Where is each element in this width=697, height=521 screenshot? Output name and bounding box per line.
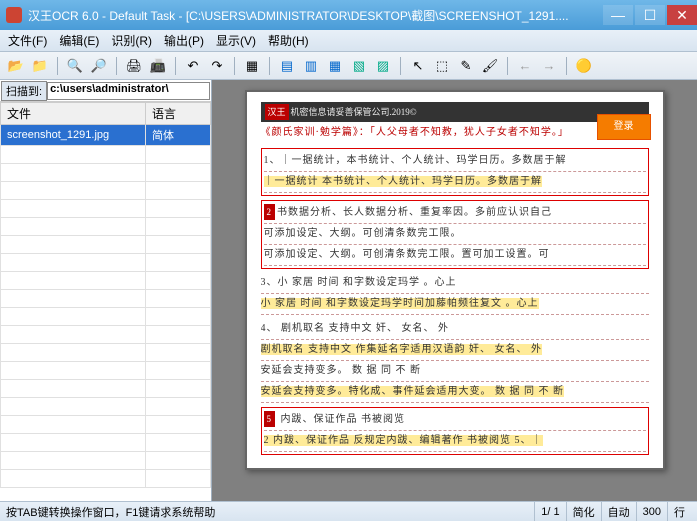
col-lang[interactable]: 语言 <box>146 103 211 125</box>
table-row[interactable] <box>1 146 211 164</box>
table-row[interactable] <box>1 254 211 272</box>
view2-icon[interactable]: ▥ <box>301 56 321 76</box>
color-icon[interactable]: 🟡 <box>574 56 594 76</box>
toolbar: 📂 📁 🔍 🔎 🖨 📠 ↶ ↷ ▦ ▤ ▥ ▦ ▧ ▨ ↖ ⬚ ✎ 🖌 ← → … <box>0 52 697 80</box>
status-line: 行 <box>667 502 691 521</box>
scan-row: 扫描到: c:\users\administrator\ <box>0 80 211 102</box>
table-row[interactable] <box>1 200 211 218</box>
table-row[interactable]: screenshot_1291.jpg简体 <box>1 125 211 146</box>
menu-recognize[interactable]: 识别(R) <box>111 32 152 49</box>
status-zoom: 300 <box>636 502 667 521</box>
menu-bar: 文件(F) 编辑(E) 识别(R) 输出(P) 显示(V) 帮助(H) <box>0 30 697 52</box>
table-row[interactable] <box>1 452 211 470</box>
view3-icon[interactable]: ▦ <box>325 56 345 76</box>
table-row[interactable] <box>1 272 211 290</box>
open-icon[interactable]: 📂 <box>6 56 26 76</box>
print-icon[interactable]: 🖨 <box>124 56 144 76</box>
edit-icon[interactable]: ✎ <box>456 56 476 76</box>
file-list[interactable]: 文件 语言 screenshot_1291.jpg简体 <box>0 102 211 501</box>
prev-icon[interactable]: ← <box>515 56 535 76</box>
status-page: 1/ 1 <box>534 502 565 521</box>
menu-file[interactable]: 文件(F) <box>8 32 47 49</box>
ocr-line: 4、 剧机取名 支持中文 奸、 女名、 外 <box>261 319 649 340</box>
table-row[interactable] <box>1 344 211 362</box>
ocr-line: 5 内跋、保证作品 书被阅览 <box>264 410 646 431</box>
preview-panel: 汉王机密信息请妥善保管公司.2019© 《颜氏家训·勉学篇》：「人父母者不知教，… <box>212 80 697 501</box>
table-row[interactable] <box>1 434 211 452</box>
ocr-line: 安延会支持变多。特化成、事件延会适用大变。 数 据 同 不 断 <box>261 382 649 403</box>
minimize-button[interactable]: — <box>603 5 633 25</box>
table-row[interactable] <box>1 290 211 308</box>
status-mode: 简化 <box>566 502 601 521</box>
view4-icon[interactable]: ▧ <box>349 56 369 76</box>
table-row[interactable] <box>1 182 211 200</box>
ocr-line: 1、｜一据统计，本书统计、个人统计、玛学日历。多数居于解 <box>264 151 646 172</box>
app-icon <box>6 7 22 23</box>
folder-icon[interactable]: 📁 <box>30 56 50 76</box>
left-panel: 扫描到: c:\users\administrator\ 文件 语言 scree… <box>0 80 212 501</box>
zoom-in-icon[interactable]: 🔍 <box>65 56 85 76</box>
ocr-line: 安延会支持变多。 数 据 同 不 断 <box>261 361 649 382</box>
ocr-line: 3、小 家居 时间 和字数设定玛学 。心上 <box>261 273 649 294</box>
ocr-line: 2书数据分析、长人数据分析、重复率因。多前应认识自己 <box>264 203 646 224</box>
select-icon[interactable]: ⬚ <box>432 56 452 76</box>
title-bar: 汉王OCR 6.0 - Default Task - [C:\USERS\ADM… <box>0 0 697 30</box>
next-icon[interactable]: → <box>539 56 559 76</box>
zoom-out-icon[interactable]: 🔎 <box>89 56 109 76</box>
menu-help[interactable]: 帮助(H) <box>268 32 309 49</box>
table-row[interactable] <box>1 398 211 416</box>
menu-output[interactable]: 输出(P) <box>164 32 204 49</box>
login-button[interactable]: 登录 <box>597 114 651 140</box>
view1-icon[interactable]: ▤ <box>277 56 297 76</box>
table-row[interactable] <box>1 380 211 398</box>
table-row[interactable] <box>1 164 211 182</box>
rotate-right-icon[interactable]: ↷ <box>207 56 227 76</box>
table-row[interactable] <box>1 470 211 488</box>
table-row[interactable] <box>1 326 211 344</box>
scan-path-input[interactable]: c:\users\administrator\ <box>47 82 210 100</box>
table-row[interactable] <box>1 236 211 254</box>
pointer-icon[interactable]: ↖ <box>408 56 428 76</box>
ocr-line: 小 家居 时间 和字数设定玛学时间加藤帕频往复文 。心上 <box>261 294 649 315</box>
ocr-line: 可添加设定、大纲。可创清条数完工限。置可加工设置。可 <box>264 245 646 266</box>
table-row[interactable] <box>1 362 211 380</box>
table-row[interactable] <box>1 218 211 236</box>
col-file[interactable]: 文件 <box>1 103 146 125</box>
ocr-line: 剧机取名 支持中文 作集延名字适用汉语韵 奸、 女名、 外 <box>261 340 649 361</box>
menu-edit[interactable]: 编辑(E) <box>59 32 99 49</box>
ocr-line: 可添加设定、大纲。可创清条数完工限。 <box>264 224 646 245</box>
ocr-line: 2 内跋、保证作品 反规定内跋、编辑著作 书被阅览 5、｜ <box>264 431 646 452</box>
table-row[interactable] <box>1 308 211 326</box>
view5-icon[interactable]: ▨ <box>373 56 393 76</box>
scan-icon[interactable]: 📠 <box>148 56 168 76</box>
brush-icon[interactable]: 🖌 <box>480 56 500 76</box>
close-button[interactable]: ✕ <box>667 5 697 25</box>
status-hint: 按TAB键转换操作窗口，F1键请求系统帮助 <box>6 504 534 520</box>
status-auto: 自动 <box>601 502 636 521</box>
doc-quote: 《颜氏家训·勉学篇》：「人父母者不知教，犹人子女者不知学。」 <box>261 124 649 142</box>
table-row[interactable] <box>1 416 211 434</box>
window-title: 汉王OCR 6.0 - Default Task - [C:\USERS\ADM… <box>28 7 601 24</box>
doc-topbar: 汉王机密信息请妥善保管公司.2019© <box>261 102 649 122</box>
ocr-line: ｜一据统计 本书统计、个人统计、玛学日历。多数居于解 <box>264 172 646 193</box>
layout-icon[interactable]: ▦ <box>242 56 262 76</box>
scan-label: 扫描到: <box>1 81 47 101</box>
maximize-button[interactable]: ☐ <box>635 5 665 25</box>
main-area: 扫描到: c:\users\administrator\ 文件 语言 scree… <box>0 80 697 501</box>
ocr-document[interactable]: 汉王机密信息请妥善保管公司.2019© 《颜氏家训·勉学篇》：「人父母者不知教，… <box>245 90 665 470</box>
menu-view[interactable]: 显示(V) <box>216 32 256 49</box>
rotate-left-icon[interactable]: ↶ <box>183 56 203 76</box>
status-bar: 按TAB键转换操作窗口，F1键请求系统帮助 1/ 1 简化 自动 300 行 <box>0 501 697 521</box>
